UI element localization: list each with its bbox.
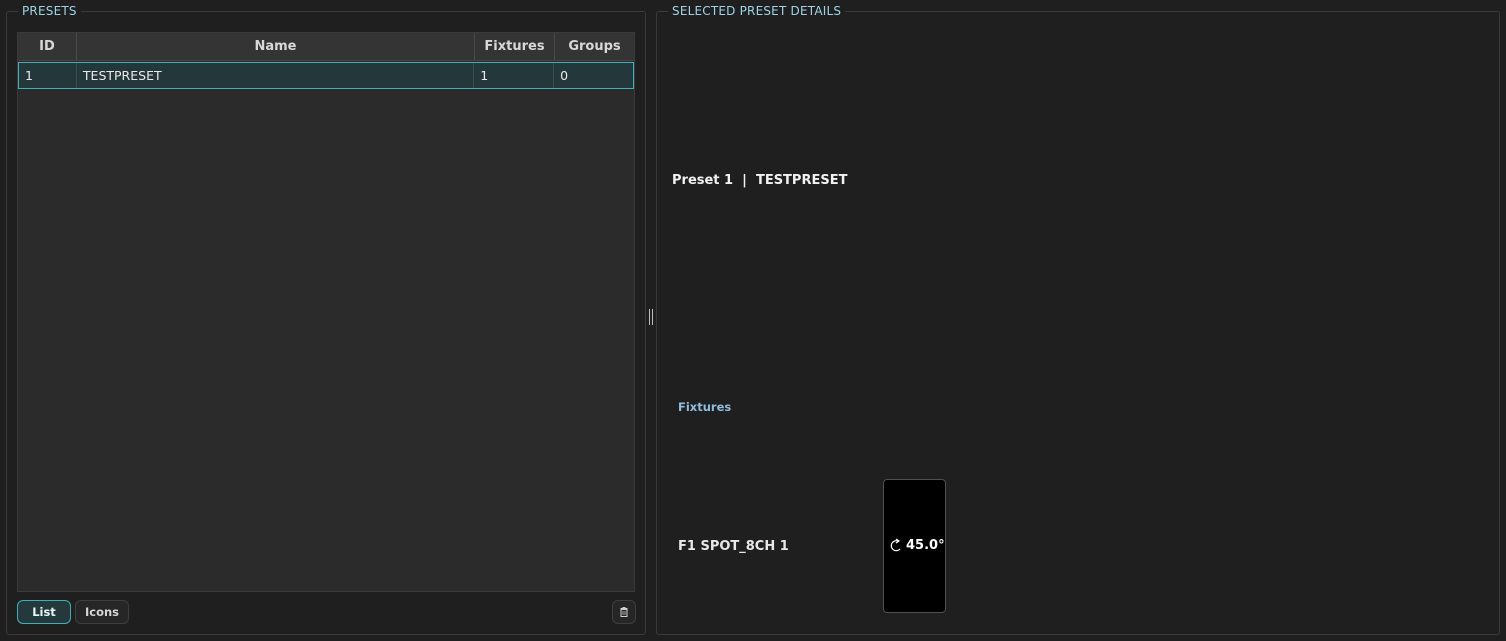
rotation-value: 45.0° xyxy=(906,538,945,553)
table-row[interactable]: 1 TESTPRESET 1 0 xyxy=(18,62,634,89)
details-panel: SELECTED PRESET DETAILS Preset 1 | TESTP… xyxy=(656,4,1500,635)
cell-id: 1 xyxy=(19,63,77,88)
table-header: ID Name Fixtures Groups xyxy=(18,33,634,61)
column-header-fixtures[interactable]: Fixtures xyxy=(475,33,555,60)
list-view-button[interactable]: List xyxy=(17,600,71,624)
presets-panel: PRESETS ID Name Fixtures Groups 1 TESTPR… xyxy=(6,4,646,635)
presets-table: ID Name Fixtures Groups 1 TESTPRESET 1 0 xyxy=(17,32,635,592)
fixture-name: F1 SPOT_8CH 1 xyxy=(678,539,789,554)
icons-view-button[interactable]: Icons xyxy=(75,600,129,624)
column-header-id[interactable]: ID xyxy=(18,33,77,60)
trash-icon xyxy=(620,607,628,617)
rotate-icon xyxy=(890,538,901,552)
details-panel-title: SELECTED PRESET DETAILS xyxy=(668,4,846,18)
cell-name: TESTPRESET xyxy=(77,63,475,88)
panel-splitter-handle[interactable] xyxy=(648,309,654,325)
preset-heading: Preset 1 | TESTPRESET xyxy=(672,173,848,188)
delete-preset-button[interactable] xyxy=(612,600,636,624)
fixture-value-tile[interactable]: 45.0° xyxy=(883,479,946,613)
cell-groups: 0 xyxy=(560,68,569,83)
column-header-name[interactable]: Name xyxy=(77,33,475,60)
cell-fixtures: 1 xyxy=(474,63,555,88)
column-header-groups[interactable]: Groups xyxy=(555,33,634,60)
presets-panel-title: PRESETS xyxy=(18,4,81,18)
fixtures-section-label: Fixtures xyxy=(678,400,732,414)
